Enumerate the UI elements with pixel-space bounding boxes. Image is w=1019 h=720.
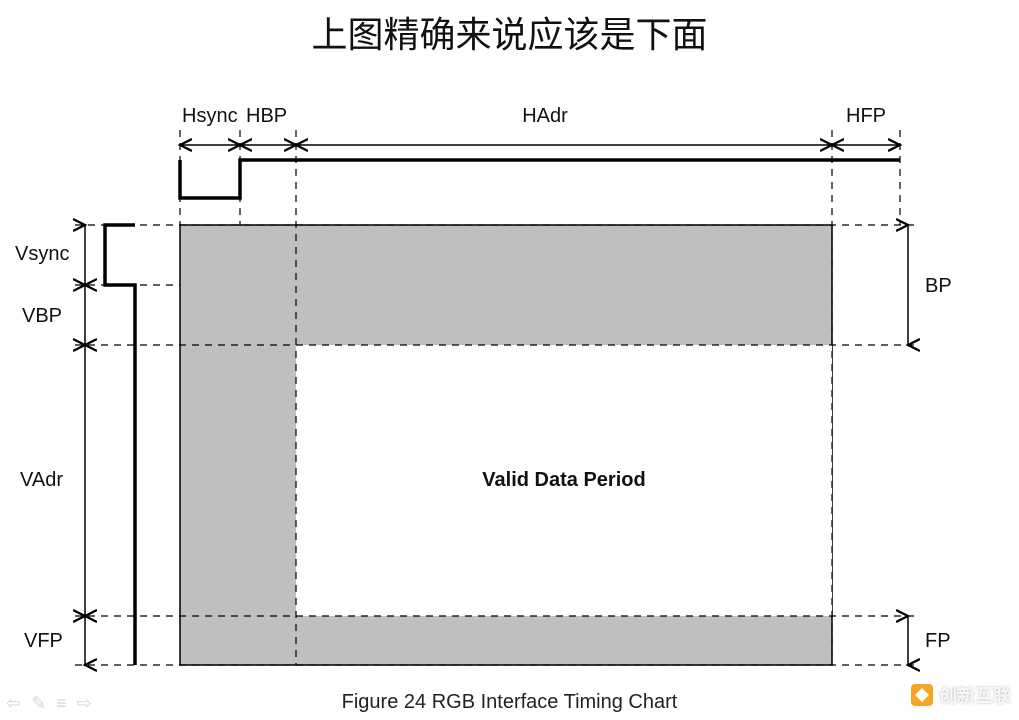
label-vadr: VAdr (20, 469, 63, 491)
label-vsync: Vsync (15, 243, 69, 265)
label-hsync: Hsync (182, 105, 238, 127)
label-fp-right: FP (925, 630, 951, 652)
label-valid-data: Valid Data Period (482, 469, 645, 491)
slide-toolbar: ⇦ ✎ ≡ ⇨ (6, 693, 92, 714)
watermark-logo-icon (911, 684, 933, 706)
edit-icon[interactable]: ✎ (31, 693, 46, 714)
page-title: 上图精确来说应该是下面 (0, 0, 1019, 58)
timing-diagram-canvas: Hsync HBP HAdr HFP Vsync VBP VAdr VFP BP… (0, 60, 1019, 690)
label-hfp: HFP (846, 105, 886, 127)
label-hbp: HBP (246, 105, 287, 127)
next-icon[interactable]: ⇨ (77, 693, 92, 714)
label-hadr: HAdr (522, 105, 568, 127)
figure-caption: Figure 24 RGB Interface Timing Chart (0, 691, 1019, 714)
prev-icon[interactable]: ⇦ (6, 693, 21, 714)
hsync-signal (180, 160, 900, 198)
vsync-signal (105, 225, 135, 665)
watermark-text: 创新互联 (939, 682, 1011, 708)
label-vfp: VFP (24, 630, 63, 652)
watermark: 创新互联 (911, 682, 1011, 708)
menu-icon[interactable]: ≡ (56, 693, 67, 714)
label-vbp: VBP (22, 305, 62, 327)
label-bp-right: BP (925, 275, 952, 297)
